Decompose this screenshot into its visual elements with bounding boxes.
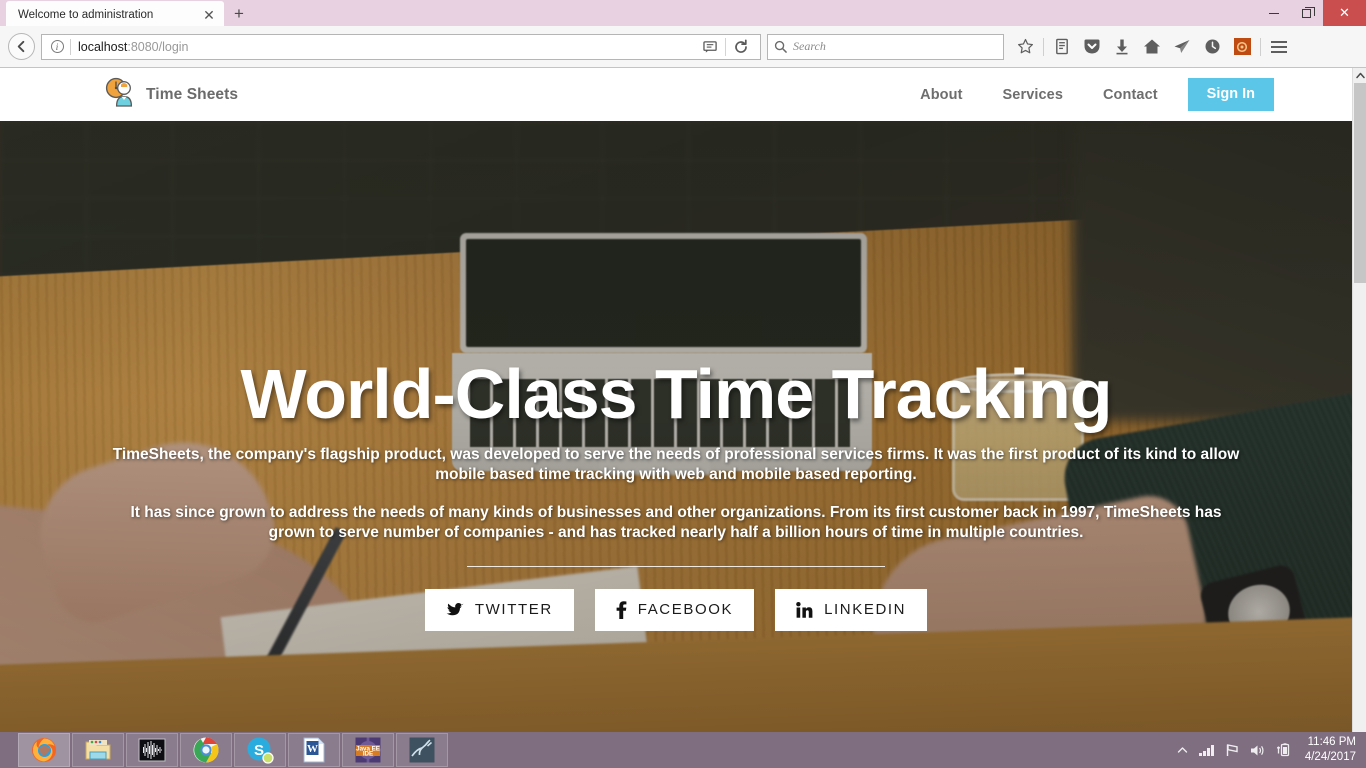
close-window-button[interactable]: ✕ [1323,0,1366,26]
web-page: Time Sheets About Services Contact Sign … [0,68,1352,732]
brand-logo[interactable]: Time Sheets [103,77,238,112]
windows-taskbar: S W Java EE IDE 11:46 PM 4/24/2017 [0,732,1366,768]
page-scrollbar[interactable] [1352,68,1366,732]
library-icon[interactable] [1047,33,1077,61]
close-tab-icon[interactable]: ✕ [200,6,218,24]
tab-strip: Welcome to administration ✕ + [0,0,254,26]
svg-text:W: W [307,743,318,755]
hero-divider [467,565,885,567]
search-icon [774,40,787,53]
linkedin-button[interactable]: LINKEDIN [775,588,928,631]
bookmark-star-icon[interactable] [1010,33,1040,61]
browser-toolbar-icons [1010,33,1294,61]
facebook-button[interactable]: FACEBOOK [594,588,755,631]
maximize-restore-button[interactable] [1290,0,1323,26]
taskbar-item-word[interactable]: W [288,733,340,767]
page-viewport: Time Sheets About Services Contact Sign … [0,68,1366,732]
hero-content: World-Class Time Tracking TimeSheets, th… [0,121,1352,732]
pocket-icon[interactable] [1077,33,1107,61]
taskbar-item-firefox[interactable] [18,733,70,767]
linkedin-label: LINKEDIN [824,601,907,619]
search-bar[interactable]: Search [767,33,1004,60]
taskbar-item-file-explorer[interactable] [72,733,124,767]
menu-icon[interactable] [1264,33,1294,61]
site-header: Time Sheets About Services Contact Sign … [0,68,1352,121]
back-button[interactable] [8,33,35,60]
window-controls: ✕ [1257,0,1366,26]
linkedin-icon [796,601,813,618]
social-buttons: TWITTER FACEBOOK LINKEDIN [424,588,928,631]
nav-item-about[interactable]: About [900,87,982,103]
facebook-icon [616,601,627,619]
taskbar-item-java-ee-ide[interactable]: Java EE IDE [342,733,394,767]
url-text: localhost:8080/login [78,40,695,54]
volume-icon[interactable] [1250,744,1265,757]
browser-navigation-toolbar: i localhost:8080/login Search [0,26,1366,68]
twitter-label: TWITTER [474,601,553,619]
taskbar-item-audacity[interactable] [126,733,178,767]
site-navigation: About Services Contact Sign In [900,68,1274,121]
hero-section: World-Class Time Tracking TimeSheets, th… [0,121,1352,732]
twitter-icon [446,602,464,617]
reader-mode-icon[interactable] [695,35,725,59]
timesheets-logo-icon [103,77,137,112]
svg-text:IDE: IDE [363,751,373,758]
browser-window: Welcome to administration ✕ + ✕ i localh… [0,0,1366,768]
url-bar-actions [695,35,756,59]
scrollbar-thumb[interactable] [1354,83,1366,283]
search-input-placeholder[interactable]: Search [793,39,826,54]
battery-icon[interactable] [1276,743,1290,757]
home-icon[interactable] [1137,33,1167,61]
reload-icon[interactable] [726,35,756,59]
show-hidden-icons[interactable] [1177,746,1188,754]
network-signal-icon[interactable] [1199,744,1214,756]
browser-tab[interactable]: Welcome to administration ✕ [6,1,224,26]
send-tab-icon[interactable] [1167,33,1197,61]
history-sync-icon[interactable] [1197,33,1227,61]
taskbar-item-chrome[interactable] [180,733,232,767]
facebook-label: FACEBOOK [637,601,734,619]
url-path: :8080/login [127,39,189,54]
taskbar-clock[interactable]: 11:46 PM 4/24/2017 [1305,735,1356,764]
new-tab-button[interactable]: + [224,1,254,26]
url-host: localhost [78,39,128,54]
clock-time: 11:46 PM [1307,736,1356,749]
system-tray: 11:46 PM 4/24/2017 [1177,732,1366,768]
clock-date: 4/24/2017 [1304,751,1356,763]
browser-titlebar: Welcome to administration ✕ + ✕ [0,0,1366,26]
tab-title: Welcome to administration [18,8,154,21]
twitter-button[interactable]: TWITTER [424,588,574,631]
hero-title: World-Class Time Tracking [240,355,1112,433]
hero-paragraph-2: It has since grown to address the needs … [130,503,1222,542]
url-divider [70,38,71,55]
scroll-up-arrow-icon[interactable] [1353,68,1366,83]
site-identity-icon[interactable]: i [44,40,70,53]
taskbar-item-mysql-workbench[interactable] [396,733,448,767]
brand-name: Time Sheets [146,85,239,103]
minimize-button[interactable] [1257,0,1290,26]
nav-item-services[interactable]: Services [983,87,1083,103]
svg-text:S: S [254,742,264,759]
nav-item-contact[interactable]: Contact [1083,87,1178,103]
taskbar-item-skype[interactable]: S [234,733,286,767]
url-bar[interactable]: i localhost:8080/login [41,33,761,60]
downloads-icon[interactable] [1107,33,1137,61]
extension-icon[interactable] [1227,33,1257,61]
hero-paragraph-1: TimeSheets, the company's flagship produ… [112,446,1240,484]
sign-in-button[interactable]: Sign In [1187,78,1274,111]
action-center-icon[interactable] [1225,743,1239,757]
